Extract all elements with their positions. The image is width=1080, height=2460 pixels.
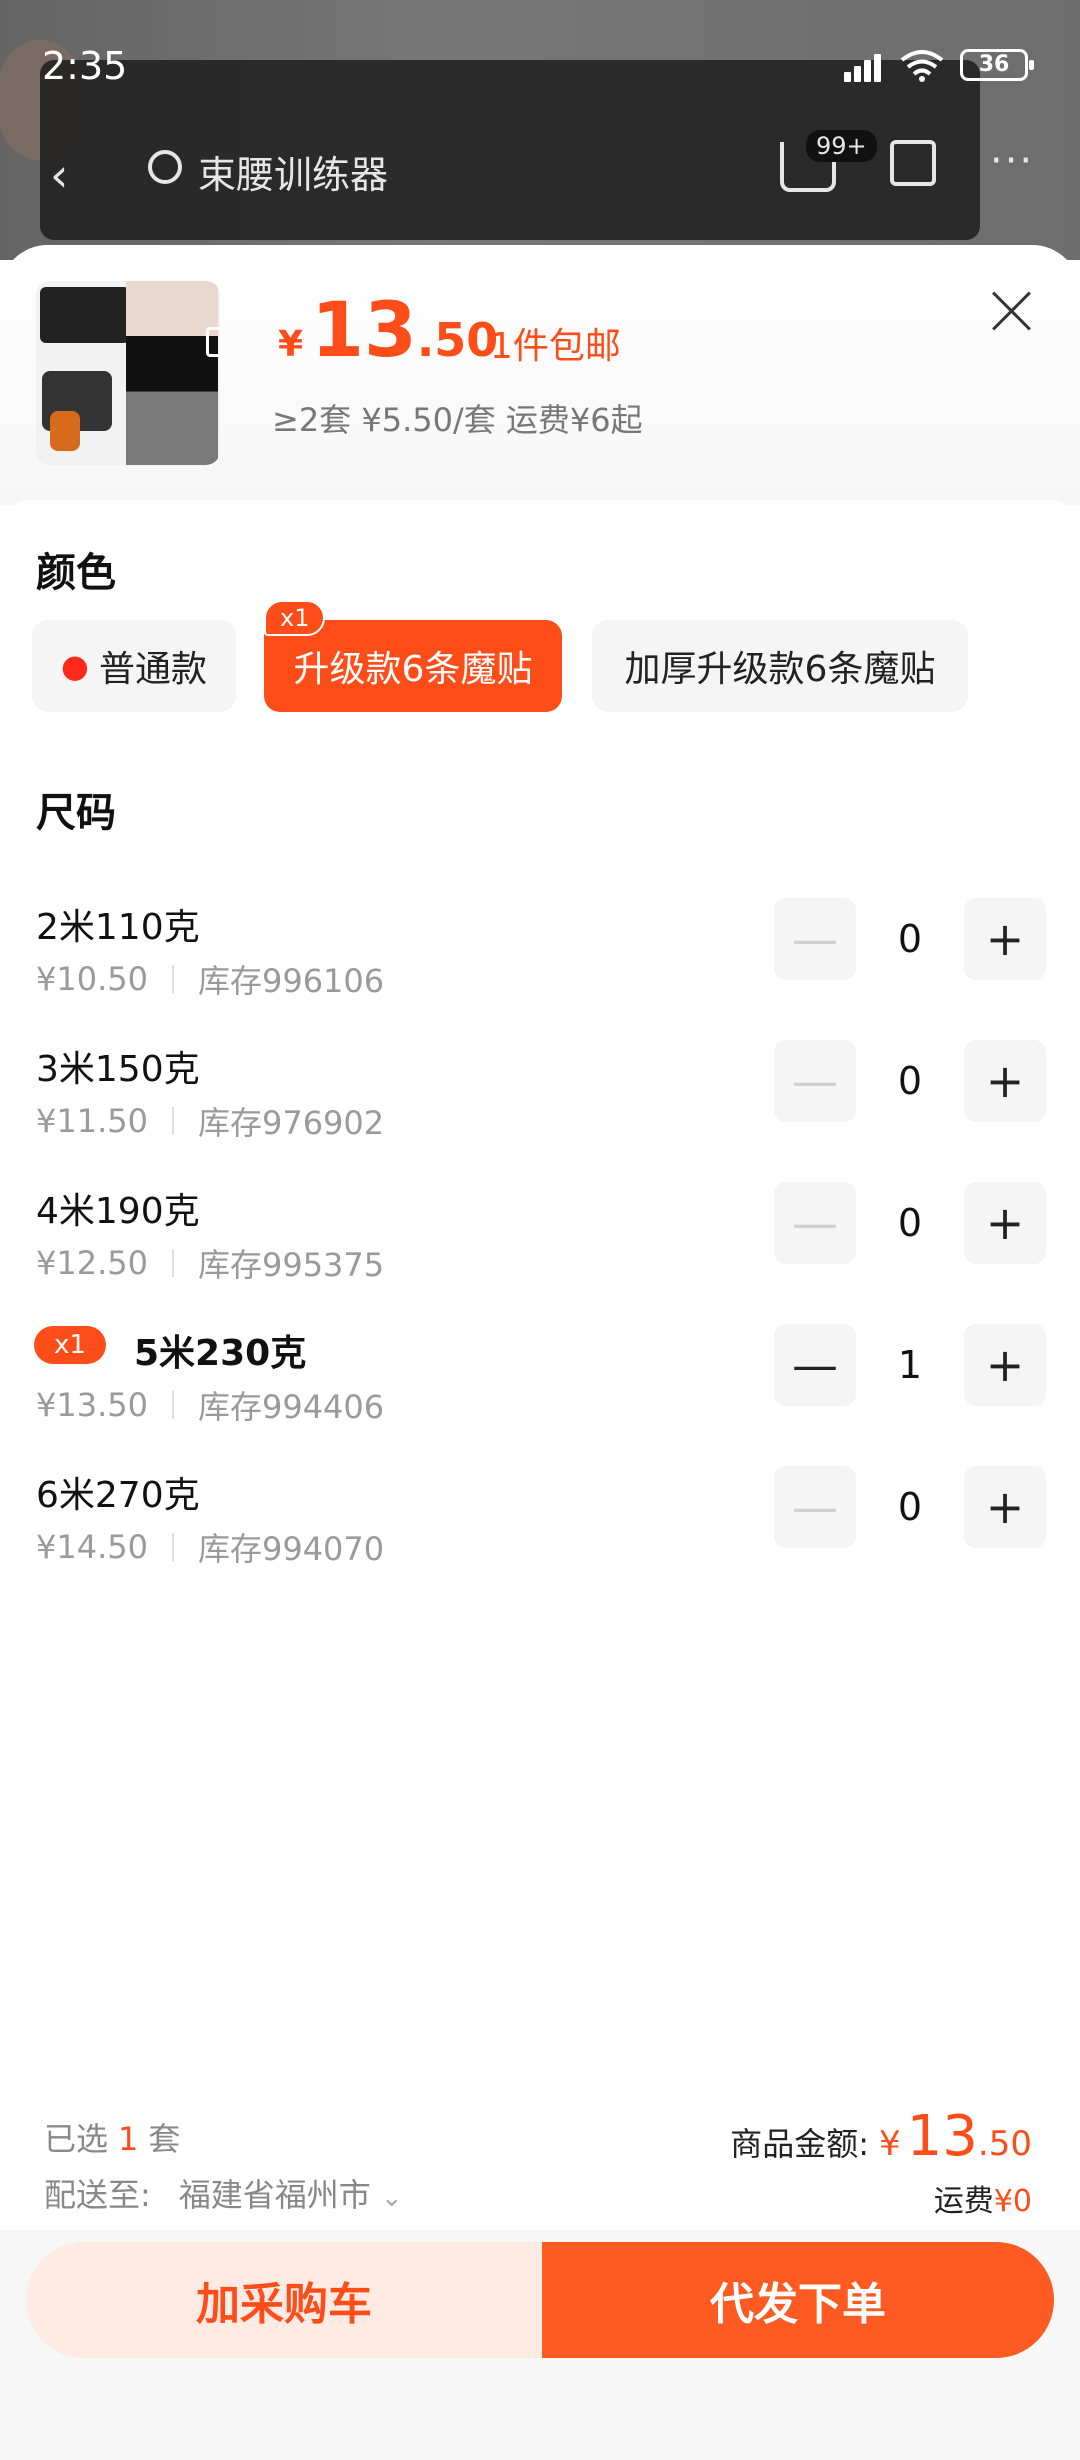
color-option-label: 加厚升级款6条魔贴 (624, 649, 936, 690)
status-time: 2:35 (42, 44, 128, 88)
share-icon[interactable] (890, 140, 936, 186)
increase-button[interactable]: + (964, 1040, 1046, 1122)
size-price: ¥12.50 (36, 1244, 148, 1282)
signal-icon (838, 48, 884, 82)
size-price: ¥14.50 (36, 1528, 148, 1566)
quantity-value[interactable]: 0 (856, 1182, 964, 1264)
size-stock: 库存996106 (197, 962, 385, 1000)
increase-button[interactable]: + (964, 1182, 1046, 1264)
flame-icon: ● (61, 647, 89, 685)
size-name: 3米150克 (36, 1049, 200, 1090)
free-shipping-note: 1件包邮 (490, 326, 621, 367)
sheet-content: 颜色 ● 普通款 x1 升级款6条魔贴 加厚升级款6条魔贴 尺码 2米110克 … (0, 500, 1080, 2050)
selected-count-badge: x1 (264, 600, 326, 636)
price-main: ¥ 13 .50 (278, 285, 498, 374)
decrease-button[interactable]: — (774, 898, 856, 980)
decrease-button[interactable]: — (774, 1182, 856, 1264)
order-footer: 已选 1 套 配送至: 福建省福州市 ⌄ 商品金额: ¥13.50 运费¥0 加采购车 代… (0, 2080, 1080, 2460)
sheet-header: ¥ 13 .50 1件包邮 ≥2套 ¥5.50/套 运费¥6起 (0, 245, 1080, 505)
amount-label: 商品金额: (730, 2125, 870, 2163)
size-row-selected: x1 5米230克 ¥13.50 库存994406 — 1 + (0, 1314, 1080, 1444)
size-section-title: 尺码 (36, 790, 116, 836)
color-section-title: 颜色 (36, 550, 116, 596)
size-count-badge: x1 (34, 1326, 106, 1364)
goods-amount: 商品金额: ¥13.50 (730, 2104, 1032, 2169)
quantity-value[interactable]: 0 (856, 898, 964, 980)
amount-yen: ¥ (879, 2124, 901, 2164)
size-price: ¥11.50 (36, 1102, 148, 1140)
price-dec: .50 (416, 313, 499, 367)
color-option-label: 普通款 (98, 649, 207, 690)
size-stock: 库存994406 (197, 1388, 385, 1426)
battery-icon: 36 (960, 49, 1034, 81)
size-meta: ¥13.50 库存994406 (36, 1382, 384, 1428)
amount-int: 13 (906, 2104, 978, 2169)
size-row: 6米270克 ¥14.50 库存994070 — 0 + (0, 1456, 1080, 1586)
back-icon[interactable]: ‹ (50, 148, 68, 202)
decrease-button[interactable]: — (774, 1324, 856, 1406)
selected-num: 1 (118, 2120, 139, 2158)
size-row: 3米150克 ¥11.50 库存976902 — 0 + (0, 1030, 1080, 1160)
size-meta: ¥14.50 库存994070 (36, 1524, 384, 1570)
size-price: ¥10.50 (36, 960, 148, 998)
selected-prefix: 已选 (44, 2120, 109, 2158)
size-stock: 库存976902 (197, 1104, 385, 1142)
size-meta: ¥12.50 库存995375 (36, 1240, 384, 1286)
expand-icon[interactable] (206, 327, 220, 357)
color-option-upgraded[interactable]: x1 升级款6条魔贴 (264, 600, 562, 712)
size-name: 6米270克 (36, 1475, 200, 1516)
size-row: 2米110克 ¥10.50 库存996106 — 0 + (0, 888, 1080, 1018)
size-meta: ¥11.50 库存976902 (36, 1098, 384, 1144)
status-icons: 36 (838, 48, 1034, 82)
decrease-button[interactable]: — (774, 1040, 856, 1122)
chevron-down-icon: ⌄ (380, 2183, 403, 2213)
size-stock: 库存994070 (197, 1530, 385, 1568)
size-price: ¥13.50 (36, 1386, 148, 1424)
ship-to[interactable]: 配送至: 福建省福州市 ⌄ (44, 2170, 403, 2216)
bulk-price-note: ≥2套 ¥5.50/套 运费¥6起 (272, 401, 643, 439)
increase-button[interactable]: + (964, 898, 1046, 980)
search-text[interactable]: 束腰训练器 (198, 144, 388, 199)
amount-dec: .50 (977, 2124, 1032, 2164)
product-thumbnail[interactable] (36, 281, 220, 465)
order-summary: 已选 1 套 配送至: 福建省福州市 ⌄ 商品金额: ¥13.50 运费¥0 (0, 2080, 1080, 2230)
size-row: 4米190克 ¥12.50 库存995375 — 0 + (0, 1172, 1080, 1302)
color-option-normal[interactable]: ● 普通款 (32, 620, 236, 712)
cart-badge: 99+ (806, 130, 877, 162)
quantity-value[interactable]: 0 (856, 1466, 964, 1548)
size-meta: ¥10.50 库存996106 (36, 956, 384, 1002)
add-to-purchase-cart-button[interactable]: 加采购车 (26, 2242, 542, 2358)
price-int: 13 (311, 285, 417, 374)
freight-label: 运费 (933, 2184, 994, 2219)
wifi-icon (900, 50, 944, 82)
search-icon (148, 150, 182, 184)
status-bar: 2:35 36 (0, 0, 1080, 130)
freight: 运费¥0 (934, 2176, 1032, 2220)
close-icon[interactable] (990, 289, 1034, 333)
price-yen: ¥ (278, 324, 304, 365)
place-dropship-order-button[interactable]: 代发下单 (542, 2242, 1054, 2358)
color-option-label: 升级款6条魔贴 (293, 649, 533, 690)
ship-label: 配送至: (44, 2176, 151, 2214)
increase-button[interactable]: + (964, 1466, 1046, 1548)
size-name: 2米110克 (36, 907, 200, 948)
freight-value: ¥0 (993, 2184, 1032, 2219)
selected-count: 已选 1 套 (44, 2114, 180, 2160)
size-name: 4米190克 (36, 1191, 200, 1232)
more-icon[interactable]: ··· (990, 138, 1034, 184)
background-search-row: ‹ 束腰训练器 99+ ··· (0, 130, 1080, 220)
size-name: 5米230克 (134, 1333, 307, 1374)
quantity-value[interactable]: 1 (856, 1324, 964, 1406)
color-option-thick-upgraded[interactable]: 加厚升级款6条魔贴 (592, 620, 968, 712)
decrease-button[interactable]: — (774, 1466, 856, 1548)
ship-address: 福建省福州市 (178, 2176, 371, 2214)
size-stock: 库存995375 (197, 1246, 385, 1284)
quantity-value[interactable]: 0 (856, 1040, 964, 1122)
selected-suffix: 套 (148, 2120, 181, 2158)
increase-button[interactable]: + (964, 1324, 1046, 1406)
